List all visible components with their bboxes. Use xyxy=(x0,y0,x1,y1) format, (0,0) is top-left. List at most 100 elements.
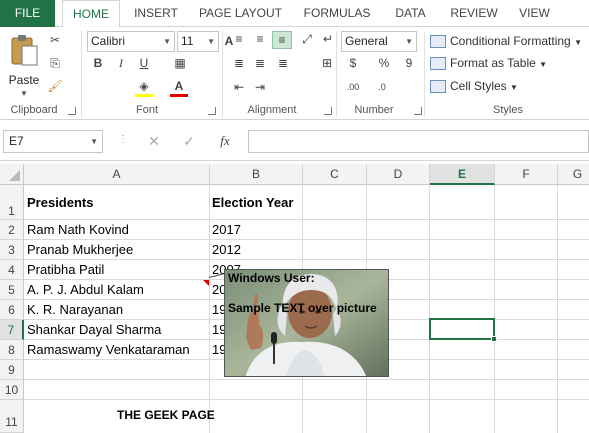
number-dialog-launcher-icon[interactable] xyxy=(414,107,422,115)
cell-a6[interactable]: K. R. Narayanan xyxy=(25,302,123,317)
underline-button[interactable]: U xyxy=(137,55,151,71)
gridline xyxy=(24,259,589,260)
column-header-g[interactable]: G xyxy=(558,164,589,185)
row-header-2[interactable]: 2 xyxy=(0,220,24,240)
footer-text[interactable]: THE GEEK PAGE xyxy=(115,408,215,422)
paste-label: Paste xyxy=(8,73,40,87)
active-cell-selection[interactable] xyxy=(429,318,495,340)
fill-handle[interactable] xyxy=(491,336,497,342)
row-header-10[interactable]: 10 xyxy=(0,380,24,400)
comment-author: Windows User: xyxy=(228,271,315,285)
tab-insert[interactable]: INSERT xyxy=(127,0,185,27)
tab-file[interactable]: FILE xyxy=(0,0,55,27)
cell-a5[interactable]: A. P. J. Abdul Kalam xyxy=(25,282,144,297)
row-header-6[interactable]: 6 xyxy=(0,300,24,320)
accounting-format-icon[interactable]: $ xyxy=(343,55,363,71)
cell-styles-button[interactable]: Cell Styles ▼ xyxy=(430,76,518,96)
row-header-9[interactable]: 9 xyxy=(0,360,24,380)
column-header-d[interactable]: D xyxy=(367,164,430,185)
format-as-table-label: Format as Table xyxy=(450,56,536,70)
borders-icon[interactable]: ▦ xyxy=(172,55,188,71)
conditional-formatting-button[interactable]: Conditional Formatting ▼ xyxy=(430,31,582,51)
format-as-table-button[interactable]: Format as Table ▼ xyxy=(430,53,547,73)
increase-decimal-icon[interactable]: .00 xyxy=(343,79,363,95)
font-dialog-launcher-icon[interactable] xyxy=(208,107,216,115)
column-header-f[interactable]: F xyxy=(495,164,558,185)
row-header-11[interactable]: 11 xyxy=(0,400,24,433)
format-painter-icon[interactable]: 🖌 xyxy=(46,78,64,94)
gridline xyxy=(429,185,430,433)
column-header-a[interactable]: A xyxy=(24,164,210,185)
row-header-4[interactable]: 4 xyxy=(0,260,24,280)
comma-style-button[interactable]: 9 xyxy=(401,55,417,71)
cell-a4[interactable]: Pratibha Patil xyxy=(25,262,104,277)
font-color-icon[interactable]: A xyxy=(170,78,188,97)
italic-button[interactable]: I xyxy=(114,55,128,71)
merge-center-icon[interactable]: ⊞ xyxy=(318,55,336,71)
formula-bar: E7 ▼ ⋮ ✕ ✓ fx xyxy=(0,121,589,161)
clipboard-group-label: Clipboard xyxy=(10,104,58,116)
select-all-triangle-icon xyxy=(9,170,20,181)
formula-input[interactable] xyxy=(248,130,589,153)
row-header-7[interactable]: 7 xyxy=(0,320,24,340)
fill-color-icon[interactable]: ◈ xyxy=(135,78,153,97)
cell-a1[interactable]: Presidents xyxy=(25,195,93,210)
chevron-down-icon: ▼ xyxy=(574,38,582,47)
name-box[interactable]: E7 ▼ xyxy=(3,130,103,153)
tab-formulas[interactable]: FORMULAS xyxy=(297,0,377,27)
align-middle-icon[interactable]: ≡ xyxy=(251,31,269,47)
chevron-down-icon: ▼ xyxy=(539,60,548,69)
cut-icon[interactable]: ✂ xyxy=(46,32,64,48)
column-header-b[interactable]: B xyxy=(210,164,303,185)
insert-function-icon[interactable]: fx xyxy=(215,133,235,149)
decrease-decimal-icon[interactable]: .0 xyxy=(372,79,392,95)
cell-a2[interactable]: Ram Nath Kovind xyxy=(25,222,129,237)
cell-b3[interactable]: 2012 xyxy=(210,242,241,257)
tab-home[interactable]: HOME xyxy=(62,0,120,28)
ribbon-tab-bar: FILE HOME INSERT PAGE LAYOUT FORMULAS DA… xyxy=(0,0,589,28)
align-left-icon[interactable]: ≣ xyxy=(230,55,248,71)
tab-review[interactable]: REVIEW xyxy=(445,0,503,27)
clipboard-dialog-launcher-icon[interactable] xyxy=(68,107,76,115)
enter-icon[interactable]: ✓ xyxy=(181,133,197,149)
align-top-icon[interactable]: ≡ xyxy=(230,31,248,47)
more-options-icon: ⋮ xyxy=(118,134,128,145)
row-header-1[interactable]: 1 xyxy=(0,185,24,220)
cell-a7[interactable]: Shankar Dayal Sharma xyxy=(25,322,161,337)
number-format-dropdown[interactable]: General ▼ xyxy=(341,31,417,52)
paste-button[interactable]: Paste ▼ xyxy=(6,33,42,98)
align-center-icon[interactable]: ≣ xyxy=(251,55,269,71)
copy-icon[interactable]: ⎘ xyxy=(46,55,64,71)
font-size-dropdown[interactable]: 11 ▼ xyxy=(177,31,219,52)
align-bottom-icon[interactable]: ≡ xyxy=(272,31,292,49)
orientation-icon[interactable]: ⤢ xyxy=(297,31,317,47)
cell-b1[interactable]: Election Year xyxy=(210,195,293,210)
tab-data[interactable]: DATA xyxy=(388,0,433,27)
bold-button[interactable]: B xyxy=(91,55,105,71)
paste-icon xyxy=(11,35,38,66)
cell-a3[interactable]: Pranab Mukherjee xyxy=(25,242,133,257)
font-name-dropdown[interactable]: Calibri ▼ xyxy=(87,31,175,52)
paste-dropdown-icon: ▼ xyxy=(20,89,28,98)
align-right-icon[interactable]: ≣ xyxy=(274,55,292,71)
select-all-corner[interactable] xyxy=(0,164,24,185)
chevron-down-icon: ▼ xyxy=(90,137,98,146)
row-header-3[interactable]: 3 xyxy=(0,240,24,260)
tab-page-layout[interactable]: PAGE LAYOUT xyxy=(193,0,288,27)
row-header-5[interactable]: 5 xyxy=(0,280,24,300)
comment-picture[interactable]: Windows User: Sample TEXT over picture xyxy=(224,269,389,377)
cancel-icon[interactable]: ✕ xyxy=(146,133,162,149)
gridline xyxy=(24,219,589,220)
increase-indent-icon[interactable]: ⇥ xyxy=(251,79,269,95)
percent-style-button[interactable]: % xyxy=(376,55,392,71)
wrap-text-icon[interactable]: ↵ xyxy=(320,31,336,47)
tab-view[interactable]: VIEW xyxy=(512,0,557,27)
column-header-c[interactable]: C xyxy=(303,164,367,185)
cell-a8[interactable]: Ramaswamy Venkataraman xyxy=(25,342,190,357)
column-header-e[interactable]: E xyxy=(430,164,495,185)
row-header-8[interactable]: 8 xyxy=(0,340,24,360)
alignment-dialog-launcher-icon[interactable] xyxy=(324,107,332,115)
cell-b2[interactable]: 2017 xyxy=(210,222,241,237)
overlay-text: Sample TEXT over picture xyxy=(228,301,377,315)
decrease-indent-icon[interactable]: ⇤ xyxy=(230,79,248,95)
